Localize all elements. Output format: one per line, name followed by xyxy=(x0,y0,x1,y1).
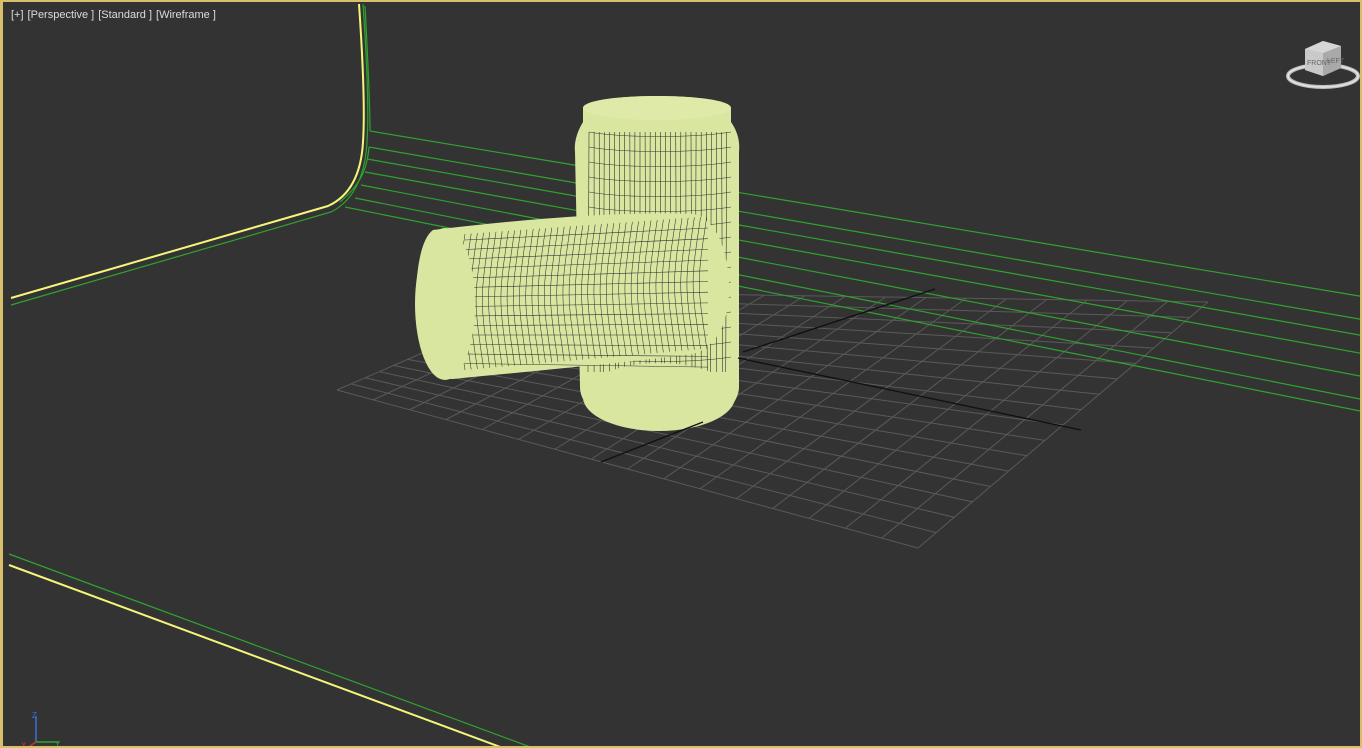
backdrop-spline-lower xyxy=(8,553,530,746)
viewcube-side-label: LEFT xyxy=(1327,58,1345,65)
scene-canvas[interactable] xyxy=(3,2,1362,748)
axis-x-label: X xyxy=(21,741,27,748)
axis-y-label: Y xyxy=(55,740,61,748)
perspective-viewport[interactable]: [+] [Perspective ] [Standard ] [Wireframe ] xyxy=(0,0,1362,748)
viewcube-icon[interactable]: FRONT LEFT xyxy=(1285,36,1361,92)
selected-spline-lower xyxy=(8,564,501,746)
backdrop-spline-upper-edge xyxy=(10,3,369,306)
axis-tripod-icon: Z Y X xyxy=(21,711,61,748)
axis-z-label: Z xyxy=(32,711,37,720)
can-lying[interactable] xyxy=(415,213,729,380)
